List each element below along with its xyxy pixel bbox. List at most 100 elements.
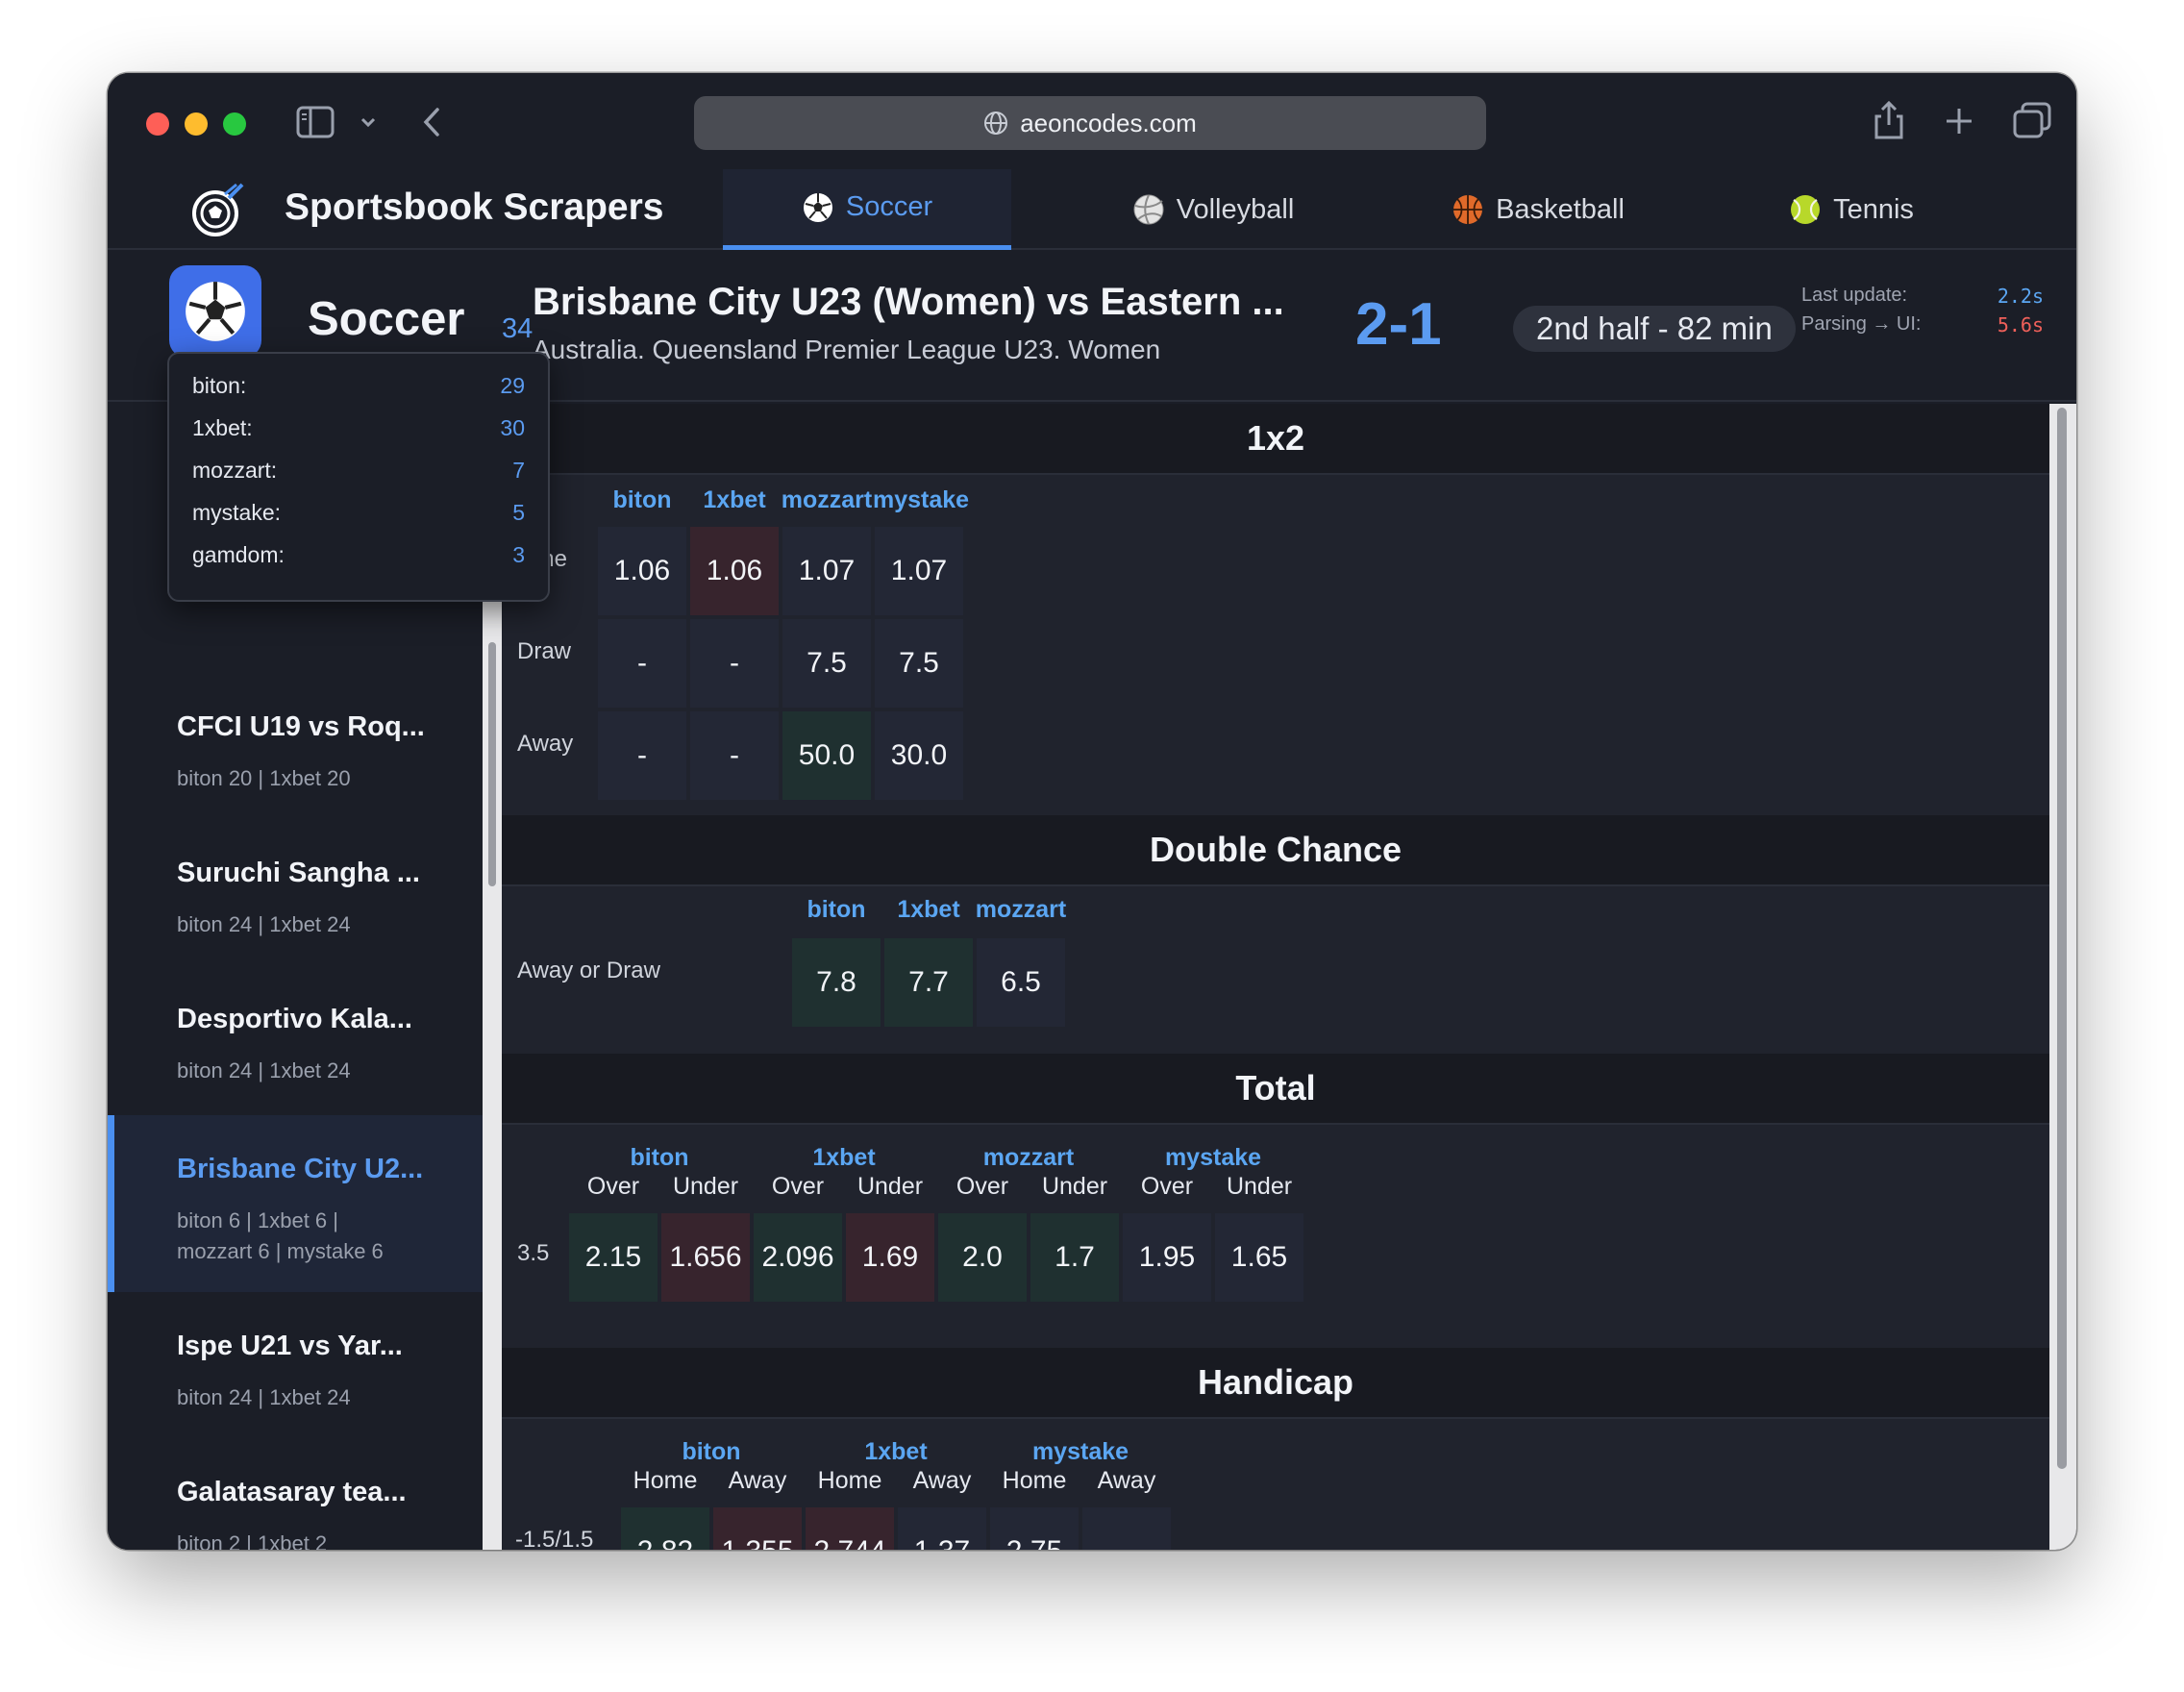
bookmaker-header: mozzart [781,486,873,513]
column-subheader: Under [672,1173,739,1200]
tooltip-row: biton: 29 [192,373,525,415]
chevron-down-icon[interactable] [360,115,377,129]
tooltip-row: gamdom: 3 [192,542,525,585]
close-window-button[interactable] [146,112,169,136]
bookmaker-header: biton [682,1438,741,1465]
odds-cell[interactable]: 2.75 [990,1507,1079,1550]
new-tab-icon[interactable] [1944,106,1974,137]
last-update-label: Last update: [1801,285,1908,306]
parsing-label: Parsing → UI: [1801,313,1922,335]
match-bookmakers: biton 24 | 1xbet 24 [177,1058,351,1082]
odds-cell[interactable]: 1.656 [661,1213,750,1302]
odds-cell[interactable]: 2.82 [621,1507,709,1550]
odds-cell[interactable]: 7.8 [792,938,881,1027]
bookmaker-header: 1xbet [812,1144,876,1171]
list-item[interactable]: Suruchi Sangha ... biton 24 | 1xbet 24 [108,819,483,963]
minimize-window-button[interactable] [185,112,208,136]
globe-icon [984,112,1008,135]
column-subheader: Away [1097,1467,1156,1494]
basketball-icon [1453,195,1483,224]
tennis-ball-icon [1791,195,1821,224]
tooltip-value: 7 [512,458,525,483]
odds-cell[interactable]: - [690,619,779,708]
row-label: Away or Draw [517,958,660,983]
zoom-window-button[interactable] [223,112,246,136]
match-name: Ispe U21 vs Yar... [177,1331,403,1361]
column-subheader: Under [856,1173,924,1200]
browser-toolbar: aeoncodes.com [108,73,2076,169]
odds-cell[interactable]: 2.0 [938,1213,1027,1302]
tab-volleyball[interactable]: Volleyball [1069,169,1357,250]
odds-cell[interactable]: - [690,711,779,800]
odds-cell[interactable]: 2.744 [806,1507,894,1550]
match-title: Brisbane City U23 (Women) vs Eastern ... [533,281,1284,323]
tooltip-label: mozzart: [192,458,278,483]
odds-cell[interactable]: 1.355 [713,1507,802,1550]
column-subheader: Away [728,1467,787,1494]
bookmaker-header: mozzart [975,896,1067,923]
odds-cell[interactable]: 1.07 [782,527,871,615]
odds-scrollbar-thumb[interactable] [2057,408,2067,1469]
tab-basketball[interactable]: Basketball [1394,169,1682,250]
score: 2-1 [1355,291,1442,358]
tooltip-row: 1xbet: 30 [192,415,525,458]
bookmaker-header: 1xbet [897,896,960,923]
odds-cell[interactable]: 1.95 [1123,1213,1211,1302]
odds-cell[interactable]: - [598,619,686,708]
odds-cell[interactable]: 2.096 [754,1213,842,1302]
match-name: Brisbane City U2... [177,1154,424,1184]
bookmaker-header: mozzart [982,1144,1075,1171]
column-subheader: Away [912,1467,972,1494]
list-item[interactable]: CFCI U19 vs Roq... biton 20 | 1xbet 20 [108,673,483,817]
odds-cell[interactable]: 1.7 [1030,1213,1119,1302]
odds-cell[interactable]: 7.5 [875,619,963,708]
market-title-double-chance: Double Chance [502,815,2049,886]
odds-cell[interactable]: 1.69 [846,1213,934,1302]
tabs-overview-icon[interactable] [2013,102,2051,138]
list-item[interactable]: Desportivo Kala... biton 24 | 1xbet 24 [108,965,483,1109]
market-title-1x2: 1x2 [502,404,2049,475]
tooltip-label: 1xbet: [192,415,253,440]
address-bar[interactable]: aeoncodes.com [694,96,1486,150]
bookmaker-count-tooltip: biton: 29 1xbet: 30 mozzart: 7 mystake: 5 ga… [167,352,550,602]
odds-cell[interactable]: 6.5 [977,938,1065,1027]
tooltip-value: 30 [500,415,525,440]
odds-cell[interactable]: 1.06 [690,527,779,615]
list-item[interactable]: Galatasaray tea... biton 2 | 1xbet 2 [108,1438,483,1550]
odds-cell[interactable]: 7.5 [782,619,871,708]
odds-cell[interactable]: 50.0 [782,711,871,800]
bookmaker-header: biton [807,896,866,923]
share-icon[interactable] [1873,100,1905,140]
match-count[interactable]: 34 [502,313,533,345]
column-subheader: Home [633,1467,698,1494]
odds-cell[interactable]: 1.37 [898,1507,986,1550]
back-icon[interactable] [421,106,442,138]
tab-label: Tennis [1833,193,1914,225]
tab-tennis[interactable]: Tennis [1707,169,1996,250]
column-subheader: Home [817,1467,882,1494]
tab-label: Basketball [1496,193,1625,225]
odds-cell[interactable]: 30.0 [875,711,963,800]
list-item[interactable]: Ispe U21 vs Yar... biton 24 | 1xbet 24 [108,1292,483,1436]
odds-cell[interactable]: 1.06 [598,527,686,615]
last-update-value: 2.2s [1997,285,2044,308]
sidebar-scrollbar-thumb[interactable] [488,642,496,886]
match-bookmakers-line: mozzart 6 | mystake 6 [177,1239,384,1263]
match-name: Galatasaray tea... [177,1477,407,1507]
odds-cell[interactable]: 2.15 [569,1213,658,1302]
match-name: CFCI U19 vs Roq... [177,711,425,742]
odds-cell[interactable]: 1.65 [1215,1213,1303,1302]
odds-cell[interactable]: 1.07 [875,527,963,615]
match-name: Desportivo Kala... [177,1004,412,1034]
list-item-selected[interactable]: Brisbane City U2... biton 6 | 1xbet 6 | … [108,1115,483,1292]
tooltip-label: mystake: [192,500,282,525]
tooltip-label: gamdom: [192,542,285,567]
tab-soccer[interactable]: Soccer [723,169,1011,250]
column-subheader: Under [1226,1173,1293,1200]
odds-cell[interactable] [1082,1507,1171,1550]
odds-cell[interactable]: - [598,711,686,800]
sidebar-toggle-icon[interactable] [296,106,335,138]
match-bookmakers: biton 2 | 1xbet 2 [177,1531,328,1550]
odds-cell[interactable]: 7.7 [884,938,973,1027]
market-title-total: Total [502,1054,2049,1125]
